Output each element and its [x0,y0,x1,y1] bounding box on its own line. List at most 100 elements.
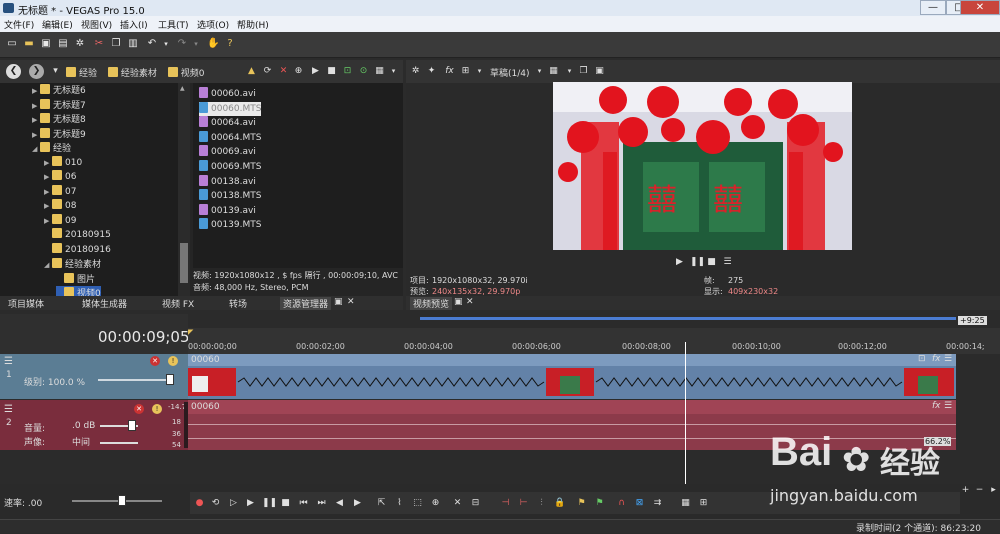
tab-video-fx[interactable]: 视频 FX [162,297,194,310]
help-icon[interactable]: ? [224,38,236,50]
tree-item[interactable]: ▶ 010 [44,155,82,170]
zoom-tool-icon[interactable]: ⊕ [430,498,441,509]
level-thumb[interactable] [166,374,174,385]
play-icon[interactable]: ▶ [245,498,256,509]
trim-end-icon[interactable]: ⊢ [518,498,529,509]
minimize-button[interactable]: — [920,0,946,15]
scroll-thumb[interactable] [180,243,188,283]
breadcrumb-item[interactable]: 经验素材 [121,69,157,79]
tree-item[interactable]: ▶ 07 [44,184,76,199]
menu-tools[interactable]: 工具(T) [158,18,189,31]
expanded-arrow-icon[interactable]: ◢ [32,145,40,153]
tree-item[interactable]: ▶ 08 [44,199,76,213]
copy-icon[interactable]: ❐ [110,38,122,50]
tree-item[interactable]: ◢ 经验 [32,141,71,155]
stop-icon[interactable]: ■ [326,66,337,77]
collapsed-arrow-icon[interactable]: ▶ [32,87,40,95]
close-button[interactable]: ✕ [960,0,1000,15]
lock-icon[interactable]: 🔒 [554,498,565,509]
envelope-tool-icon[interactable]: ⌇ [394,498,405,509]
tab-transitions[interactable]: 转场 [229,297,247,310]
region-flag-icon[interactable]: ⚑ [594,498,605,509]
tree-item[interactable]: ▶ 无标题7 [32,98,86,112]
normal-edit-tool-icon[interactable]: ⇱ [376,498,387,509]
dropdown-icon[interactable]: ▾ [50,66,61,77]
collapsed-arrow-icon[interactable]: ▶ [32,102,40,110]
next-frame-icon[interactable]: ▶ [352,498,363,509]
collapsed-arrow-icon[interactable]: ▶ [44,159,52,167]
play-icon[interactable]: ▶ [674,257,685,268]
menu-icon[interactable]: ☰ [722,257,733,268]
loop-icon[interactable]: ⟲ [210,498,221,509]
solo-icon[interactable]: ! [168,356,178,366]
device-icon[interactable]: ✦ [426,66,437,77]
tree-item[interactable]: ▶ 无标题9 [32,127,86,141]
quality-dropdown-icon[interactable]: ▾ [534,66,545,77]
menu-edit[interactable]: 编辑(E) [42,18,73,31]
loop-region-bar[interactable] [420,317,956,320]
tree-item[interactable]: 20180915 [44,228,111,242]
file-item[interactable]: 00069.avi [199,145,256,159]
rate-slider[interactable] [72,500,162,502]
mute-icon[interactable]: ✕ [134,404,144,414]
properties-icon[interactable]: ✲ [74,38,86,50]
playhead[interactable] [684,342,686,484]
clip-menu-icon[interactable]: ☰ [944,354,952,364]
fx-icon[interactable]: fx [932,354,941,364]
delete-icon[interactable]: ✕ [278,66,289,77]
marker-flag-icon[interactable]: ⚑ [576,498,587,509]
tab-video-preview[interactable]: 视频预览 [410,297,453,310]
cut-icon[interactable]: ✂ [93,38,105,50]
marker-icon[interactable]: ◤ [188,328,196,336]
refresh-icon[interactable]: ⟳ [262,66,273,77]
lock-envelopes-icon[interactable]: ▦ [680,498,691,509]
snapping-icon[interactable]: ∩ [616,498,627,509]
tree-item[interactable]: ▶ 无标题6 [32,83,86,97]
level-slider[interactable] [98,379,173,381]
collapsed-arrow-icon[interactable]: ▶ [44,173,52,181]
collapsed-arrow-icon[interactable]: ▶ [32,116,40,124]
views-icon[interactable]: ▦ [374,66,385,77]
menu-file[interactable]: 文件(F) [4,18,34,31]
auto-preview-icon[interactable]: ⊡ [342,66,353,77]
file-item[interactable]: 00139.MTS [199,218,261,232]
track-menu-icon[interactable]: ☰ [4,356,13,367]
fx-icon[interactable]: fx [932,401,941,411]
video-clip[interactable]: 00060 ⊡ fx ☰ [188,354,956,399]
trim-start-icon[interactable]: ⊣ [500,498,511,509]
views-dropdown-icon[interactable]: ▾ [388,66,399,77]
tree-item[interactable]: 20180916 [44,242,111,257]
collapsed-arrow-icon[interactable]: ▶ [44,217,52,225]
add-to-project-icon[interactable]: ⊕ [293,66,304,77]
forward-icon[interactable]: ❯ [29,64,44,79]
back-icon[interactable]: ❮ [6,64,21,79]
expanded-arrow-icon[interactable]: ◢ [44,261,52,269]
overlays-icon[interactable]: ▦ [548,66,559,77]
lock-icon[interactable]: ✋ [207,38,219,50]
solo-icon[interactable]: ! [152,404,162,414]
play-icon[interactable]: ▶ [310,66,321,77]
pan-slider[interactable] [100,442,138,444]
track-menu-icon[interactable]: ☰ [4,404,13,415]
start-preview-icon[interactable]: ⊙ [358,66,369,77]
gear-icon[interactable]: ✲ [410,66,421,77]
collapsed-arrow-icon[interactable]: ▶ [44,202,52,210]
selection-tool-icon[interactable]: ⬚ [412,498,423,509]
menu-view[interactable]: 视图(V) [81,18,112,31]
clip-menu-icon[interactable]: ☰ [944,401,952,411]
quality-select[interactable]: 草稿(1/4) [490,66,530,79]
redo-icon[interactable]: ↷ [176,38,188,50]
trim-icon[interactable]: ⊟ [470,498,481,509]
tab-close-icon[interactable]: ✕ [347,297,355,307]
time-ruler[interactable]: 00:00:00;00 00:00:02;00 00:00:04;00 00:0… [188,328,1000,354]
tab-project-media[interactable]: 项目媒体 [8,297,44,310]
pause-icon[interactable]: ❚❚ [690,257,705,268]
collapsed-arrow-icon[interactable]: ▶ [32,131,40,139]
prev-frame-icon[interactable]: ◀ [334,498,345,509]
up-folder-icon[interactable]: ▲ [246,66,257,77]
rate-thumb[interactable] [118,495,126,506]
pause-icon[interactable]: ❚❚ [262,498,277,509]
auto-crossfade-icon[interactable]: ⊠ [634,498,645,509]
copy-snapshot-icon[interactable]: ❐ [578,66,589,77]
audio-track-header[interactable]: ☰ 2 ✕ ! -14.7 音量: .0 dB 声像: 中间 18 36 54 [0,400,188,450]
